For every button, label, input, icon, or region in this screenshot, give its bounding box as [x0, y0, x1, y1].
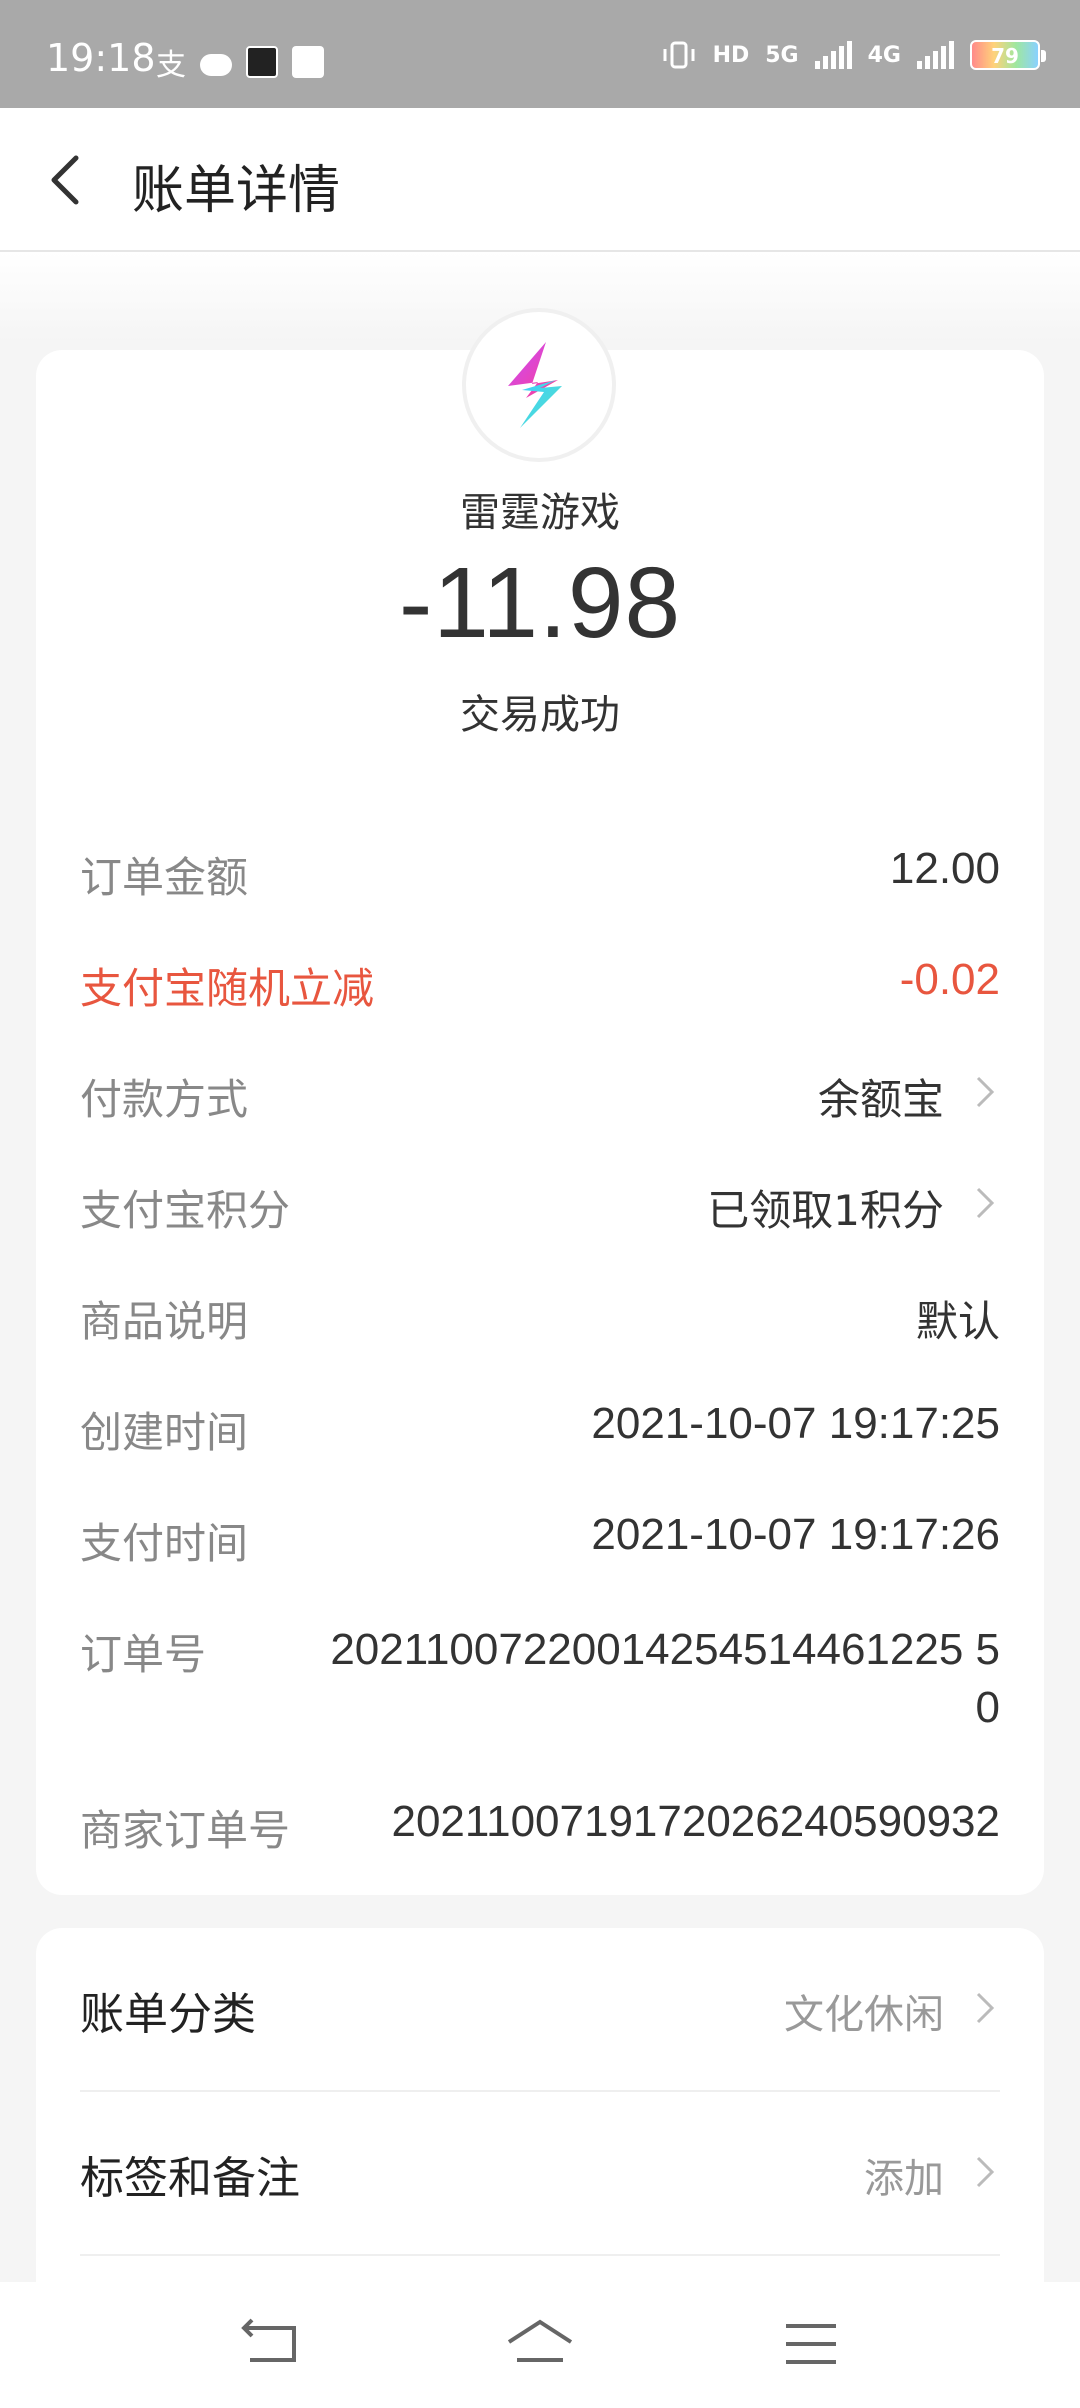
- detail-row-payment-method[interactable]: 付款方式 余额宝: [80, 1042, 1000, 1153]
- details-list: 订单金额 12.00 支付宝随机立减 -0.02 付款方式 余额宝 支付宝积分 …: [80, 820, 1000, 1884]
- back-arrow-icon[interactable]: [40, 152, 96, 208]
- battery-level: 79: [991, 44, 1019, 68]
- detail-value: 默认: [915, 1297, 1000, 1346]
- detail-value: 2021-10-07 19:17:25: [591, 1399, 1000, 1448]
- detail-row-merchant-order-number: 商家订单号 2021100719172026240590932: [80, 1773, 1000, 1884]
- tags-notes-item[interactable]: 标签和备注 添加: [80, 2092, 1000, 2256]
- bill-category-item[interactable]: 账单分类 文化休闲: [80, 1928, 1000, 2092]
- merchant-logo: [466, 312, 612, 458]
- detail-row-random-discount: 支付宝随机立减 -0.02: [80, 931, 1000, 1042]
- lightning-logo-icon: [508, 342, 562, 428]
- detail-label: 支付宝随机立减: [80, 964, 375, 1013]
- detail-row-points[interactable]: 支付宝积分 已领取1积分: [80, 1153, 1000, 1264]
- bill-category-value: 文化休闲: [784, 1992, 944, 2038]
- detail-value: 2021100719172026240590932: [391, 1797, 1000, 1846]
- chevron-right-icon: [976, 1187, 995, 1219]
- home-nav-icon[interactable]: [505, 2314, 575, 2374]
- detail-label: 付款方式: [80, 1075, 249, 1124]
- detail-label: 支付时间: [80, 1519, 249, 1568]
- bill-options-card: 账单分类 文化休闲 标签和备注 添加: [36, 1928, 1044, 2328]
- detail-label: 商家订单号: [80, 1806, 291, 1855]
- transaction-amount: -11.98: [398, 547, 682, 659]
- detail-label: 商品说明: [80, 1297, 249, 1346]
- detail-row-paid-time: 支付时间 2021-10-07 19:17:26: [80, 1486, 1000, 1597]
- cloud-icon: [200, 54, 232, 76]
- detail-row-description: 商品说明 默认: [80, 1264, 1000, 1375]
- soul-app-icon: [246, 46, 278, 78]
- signal-icon: [814, 41, 852, 69]
- detail-value: 2021-10-07 19:17:26: [591, 1510, 1000, 1559]
- battery-icon: 79: [970, 40, 1046, 70]
- status-time: 19:18: [46, 36, 156, 80]
- detail-row-created-time: 创建时间 2021-10-07 19:17:25: [80, 1375, 1000, 1486]
- detail-value: 余额宝: [817, 1075, 944, 1124]
- header-bar: 账单详情: [0, 108, 1080, 252]
- vibrate-icon: [663, 41, 695, 69]
- merchant-name: 雷霆游戏: [460, 490, 620, 536]
- chevron-right-icon: [976, 2156, 995, 2188]
- detail-label: 创建时间: [80, 1408, 249, 1457]
- page-title: 账单详情: [132, 161, 341, 221]
- detail-row-order-amount: 订单金额 12.00: [80, 820, 1000, 931]
- detail-label: 支付宝积分: [80, 1186, 291, 1235]
- system-icons: HD 5G 4G 79: [661, 40, 1046, 70]
- app-notification-icon: [292, 46, 324, 78]
- transaction-status: 交易成功: [460, 692, 620, 738]
- 4g-icon: 4G: [867, 42, 901, 68]
- detail-value: 20211007220014254514461225 50: [330, 1625, 1000, 1732]
- menu-nav-icon[interactable]: [776, 2314, 846, 2374]
- notification-icons: 支: [156, 40, 324, 84]
- detail-row-order-number: 订单号 20211007220014254514461225 50: [80, 1597, 1000, 1773]
- tags-notes-label: 标签和备注: [80, 2153, 300, 2204]
- detail-label: 订单号: [80, 1630, 207, 1679]
- detail-value: 12.00: [889, 844, 1000, 893]
- back-nav-icon[interactable]: [236, 2314, 306, 2374]
- detail-value: 已领取1积分: [707, 1186, 944, 1235]
- 5g-icon: 5G: [765, 42, 799, 68]
- chevron-right-icon: [976, 1992, 995, 2024]
- tags-notes-value: 添加: [864, 2156, 944, 2202]
- chevron-right-icon: [976, 1076, 995, 1108]
- status-bar: 19:18 支 HD 5G 4G 79: [0, 0, 1080, 108]
- hd-icon: HD: [712, 42, 750, 68]
- system-navigation-bar: [0, 2282, 1080, 2408]
- detail-label: 订单金额: [80, 853, 249, 902]
- signal-icon-2: [917, 41, 954, 69]
- bill-category-label: 账单分类: [80, 1989, 256, 2040]
- detail-value: -0.02: [899, 955, 1000, 1004]
- alipay-notification-icon: 支: [156, 48, 186, 83]
